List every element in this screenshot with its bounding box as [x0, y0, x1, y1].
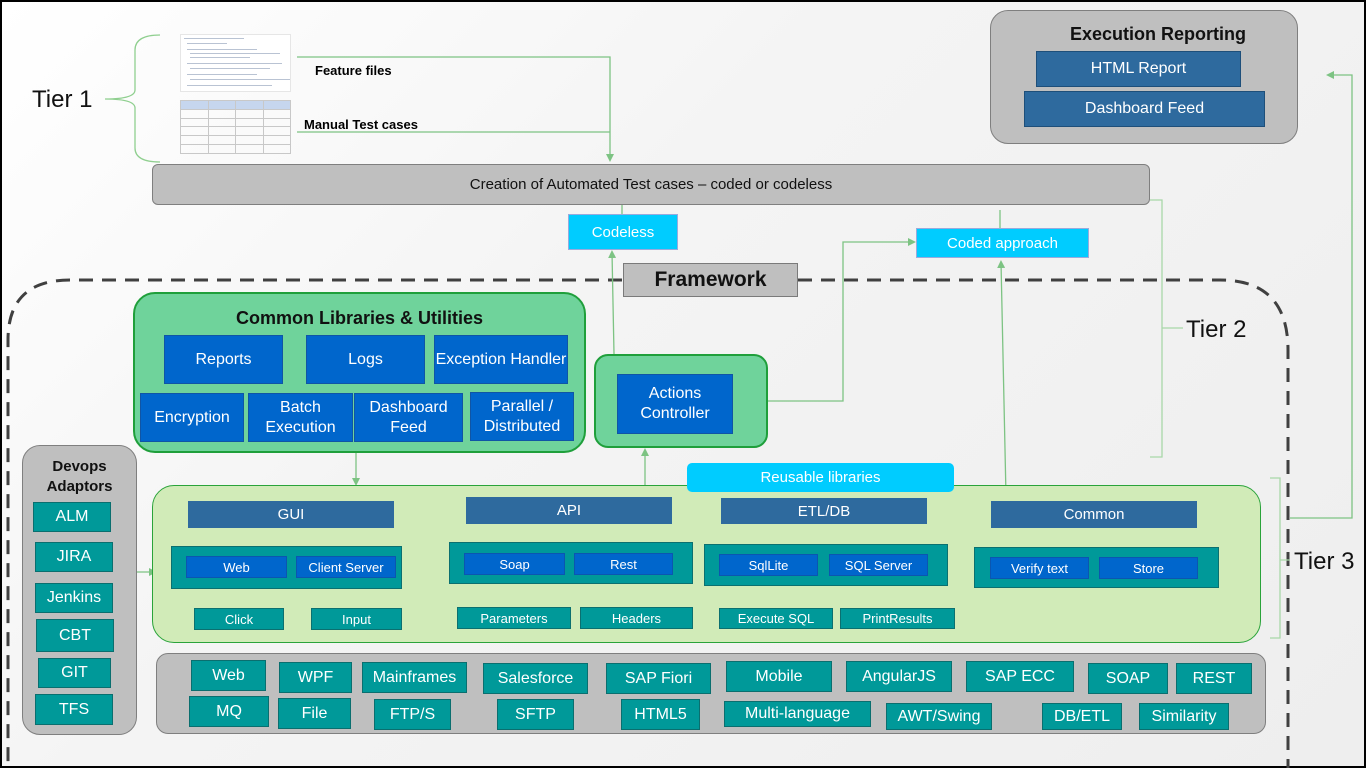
tech-db-etl: DB/ETL — [1042, 703, 1122, 730]
dashboard-feed-box: Dashboard Feed — [354, 393, 463, 442]
tech-angularjs: AngularJS — [846, 661, 952, 692]
api-headers: Headers — [580, 607, 693, 629]
devops-cbt: CBT — [36, 619, 114, 652]
tech-sftp: SFTP — [497, 699, 574, 730]
etl-sqllite: SqlLite — [719, 554, 818, 576]
api-parameters: Parameters — [457, 607, 571, 629]
devops-jira: JIRA — [35, 542, 113, 572]
html-report-box: HTML Report — [1036, 51, 1241, 87]
etl-print-results: PrintResults — [840, 608, 955, 629]
gui-web: Web — [186, 556, 287, 578]
api-soap: Soap — [464, 553, 565, 575]
dashboard-feed-report-box: Dashboard Feed — [1024, 91, 1265, 127]
tech-html5: HTML5 — [621, 699, 700, 730]
gui-client-server: Client Server — [296, 556, 396, 578]
parallel-distributed-box: Parallel / Distributed — [470, 392, 574, 441]
framework-label: Framework — [623, 263, 798, 297]
manual-test-case-thumbnail — [180, 100, 291, 154]
reusable-libraries-label: Reusable libraries — [687, 463, 954, 492]
devops-jenkins: Jenkins — [35, 583, 113, 613]
tier1-label: Tier 1 — [32, 86, 93, 113]
creation-of-test-cases-bar: Creation of Automated Test cases – coded… — [152, 164, 1150, 205]
tech-awt-swing: AWT/Swing — [886, 703, 992, 730]
tech-ftps: FTP/S — [374, 699, 451, 730]
common-store: Store — [1099, 557, 1198, 579]
tech-web: Web — [191, 660, 266, 691]
encryption-box: Encryption — [140, 393, 244, 442]
actions-controller-box: Actions Controller — [617, 374, 733, 434]
devops-tfs: TFS — [35, 694, 113, 725]
reports-box: Reports — [164, 335, 283, 384]
tech-soap: SOAP — [1088, 663, 1168, 694]
tech-mobile: Mobile — [726, 661, 832, 692]
manual-test-cases-label: Manual Test cases — [304, 117, 418, 132]
etl-db-header: ETL/DB — [721, 498, 927, 524]
devops-alm: ALM — [33, 502, 111, 532]
tier2-label: Tier 2 — [1186, 316, 1247, 343]
coded-approach-box: Coded approach — [916, 228, 1089, 258]
execution-reporting-title: Execution Reporting — [1069, 23, 1246, 44]
devops-title-line1: Devops — [52, 458, 107, 475]
tech-similarity: Similarity — [1139, 703, 1229, 730]
tech-rest: REST — [1176, 663, 1252, 694]
etl-sql-server: SQL Server — [829, 554, 928, 576]
common-verify-text: Verify text — [990, 557, 1089, 579]
gui-input: Input — [311, 608, 402, 630]
api-header: API — [466, 497, 672, 524]
devops-git: GIT — [38, 658, 111, 688]
batch-execution-box: Batch Execution — [248, 393, 353, 442]
tech-wpf: WPF — [279, 662, 352, 693]
tech-mq: MQ — [189, 696, 269, 727]
tier3-label: Tier 3 — [1294, 548, 1355, 575]
tech-file: File — [278, 698, 351, 729]
etl-execute-sql: Execute SQL — [719, 608, 833, 629]
feature-files-label: Feature files — [315, 63, 392, 78]
logs-box: Logs — [306, 335, 425, 384]
tech-salesforce: Salesforce — [483, 663, 588, 694]
codeless-box: Codeless — [568, 214, 678, 250]
tech-multi-language: Multi-language — [724, 701, 871, 727]
tech-sap-ecc: SAP ECC — [966, 661, 1074, 692]
common-header: Common — [991, 501, 1197, 528]
api-rest: Rest — [574, 553, 673, 575]
devops-title-line2: Adaptors — [46, 478, 113, 495]
feature-file-thumbnail — [180, 34, 291, 92]
tech-sap-fiori: SAP Fiori — [606, 663, 711, 694]
exception-handler-box: Exception Handler — [434, 335, 568, 384]
gui-header: GUI — [188, 501, 394, 528]
common-libraries-title: Common Libraries & Utilities — [235, 307, 484, 328]
tech-mainframes: Mainframes — [362, 662, 467, 693]
gui-click: Click — [194, 608, 284, 630]
